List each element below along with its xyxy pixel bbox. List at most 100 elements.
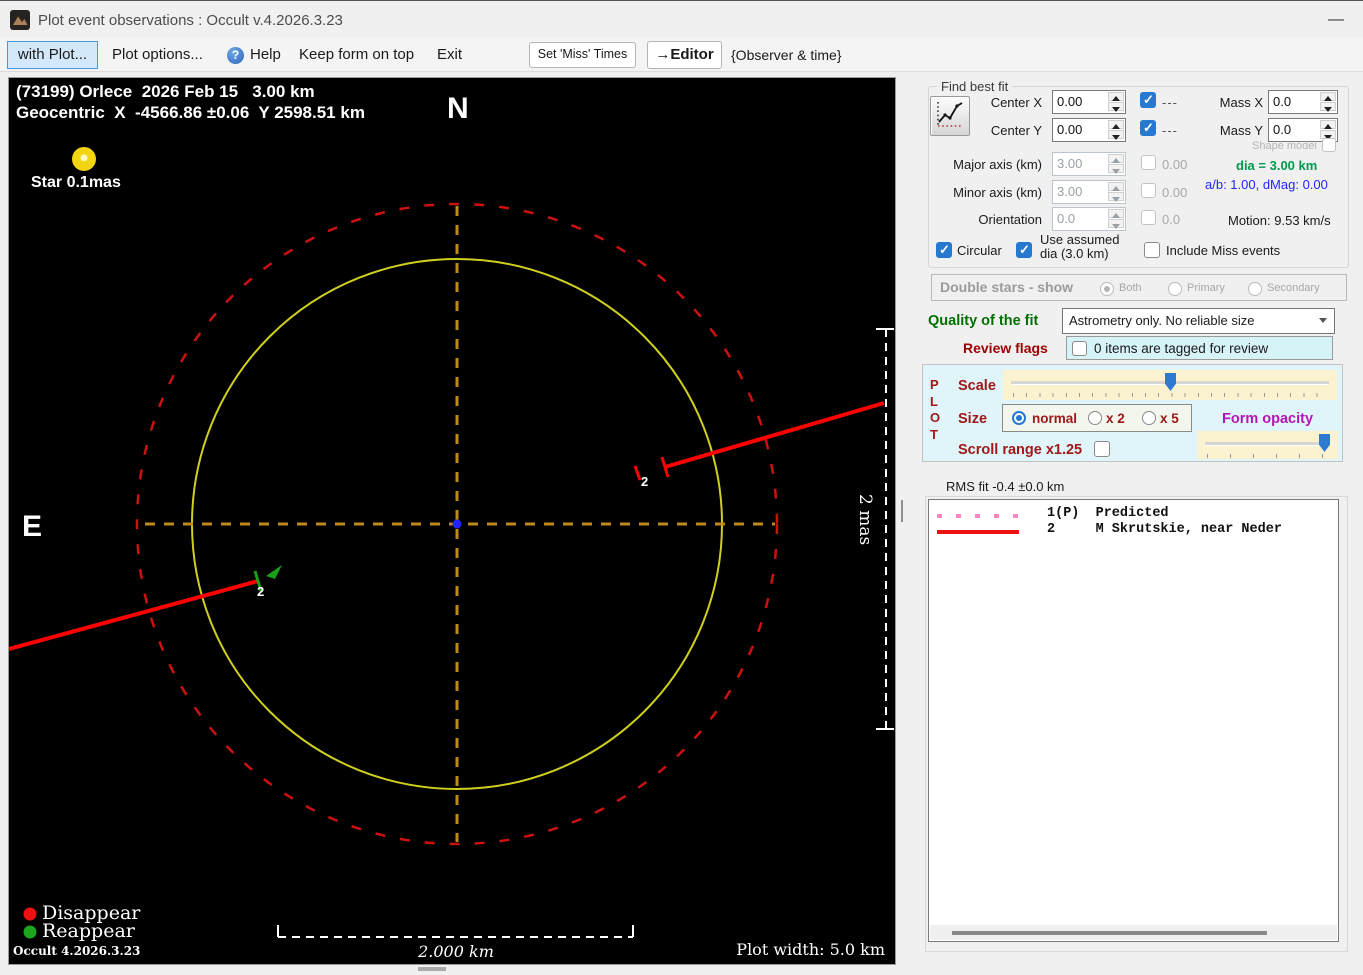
center-x-arrows[interactable] [1108, 92, 1124, 112]
listbox-scrollbar-thumb[interactable] [952, 931, 1267, 935]
orientation-label: Orientation [978, 212, 1042, 227]
center-y-arrows[interactable] [1108, 120, 1124, 140]
reappear-arrow [266, 565, 282, 579]
minimize-button[interactable]: — [1316, 7, 1356, 33]
spinner-down-icon[interactable] [1108, 219, 1124, 229]
spinner-down-icon[interactable] [1108, 130, 1124, 140]
double-stars-both-radio[interactable] [1100, 282, 1114, 296]
use-assumed-dia-label: Use assumed dia (3.0 km) [1040, 232, 1120, 261]
major-axis-label: Major axis (km) [953, 157, 1042, 172]
size-normal-radio[interactable] [1012, 411, 1026, 425]
menu-toolbar: with Plot... Plot options... Help Keep f… [0, 38, 1363, 72]
menu-exit[interactable]: Exit [437, 46, 462, 63]
size-x5-radio[interactable] [1142, 411, 1156, 425]
observation-row[interactable]: 1(P) Predicted [1047, 506, 1169, 521]
vertical-scale-label: 2 mas [855, 494, 875, 546]
observed-chord-sample [937, 530, 1019, 534]
major-axis-arrows[interactable] [1108, 154, 1124, 174]
spinner-down-icon[interactable] [1320, 102, 1336, 112]
center-x-value: 0.00 [1057, 94, 1083, 109]
center-x-label: Center X [990, 95, 1042, 110]
legend-reappear-label: Reappear [42, 920, 135, 942]
center-x-spinner[interactable]: 0.00 [1052, 90, 1126, 114]
spinner-down-icon[interactable] [1108, 102, 1124, 112]
circular-checkbox[interactable] [936, 242, 952, 258]
include-miss-events-label: Include Miss events [1166, 243, 1281, 258]
size-x5-label: x 5 [1160, 411, 1179, 426]
orientation-tag: 0.0 [1162, 212, 1181, 227]
north-label: N [447, 92, 469, 125]
slider-ticks [1013, 393, 1327, 397]
form-opacity-slider[interactable] [1197, 431, 1338, 459]
form-opacity-slider-thumb[interactable] [1319, 434, 1330, 452]
window-title: Plot event observations : Occult v.4.202… [38, 12, 343, 29]
plot-horizontal-scrollbar[interactable] [418, 967, 446, 971]
occultation-plot-canvas[interactable]: (73199) Orlece 2026 Feb 15 3.00 km Geoce… [8, 77, 896, 965]
spinner-up-icon[interactable] [1108, 120, 1124, 129]
scale-slider[interactable] [1003, 370, 1337, 400]
spinner-up-icon[interactable] [1108, 92, 1124, 101]
double-stars-secondary-radio[interactable] [1248, 282, 1262, 296]
observations-listbox[interactable]: 1(P) Predicted 2 M Skrutskie, near Neder [928, 499, 1339, 942]
spinner-up-icon[interactable] [1320, 120, 1336, 129]
chord-2-disappear-number: 2 [641, 474, 649, 489]
scale-slider-thumb[interactable] [1165, 373, 1176, 391]
quality-dropdown[interactable]: Astrometry only. No reliable size [1062, 308, 1335, 334]
spinner-up-icon[interactable] [1108, 209, 1124, 218]
menu-keep-form-on-top[interactable]: Keep form on top [299, 46, 414, 63]
slider-track [1205, 442, 1330, 446]
shape-model-checkbox[interactable] [1322, 138, 1336, 152]
center-dot [452, 519, 462, 529]
editor-button[interactable]: →Editor [647, 41, 722, 69]
center-x-tag: --- [1162, 95, 1178, 110]
with-plot-button[interactable]: with Plot... [7, 41, 98, 69]
mass-x-spinner[interactable]: 0.0 [1268, 90, 1338, 114]
disappear-uncertainty-tick [633, 465, 642, 481]
minor-axis-spinner[interactable]: 3.00 [1052, 180, 1126, 204]
minor-axis-label: Minor axis (km) [953, 185, 1042, 200]
orientation-spinner[interactable]: 0.0 [1052, 207, 1126, 231]
menu-plot-options[interactable]: Plot options... [112, 46, 203, 63]
spinner-up-icon[interactable] [1108, 154, 1124, 163]
spinner-up-icon[interactable] [1108, 182, 1124, 191]
review-flags-checkbox[interactable] [1072, 341, 1087, 356]
mass-x-arrows[interactable] [1320, 92, 1336, 112]
observation-row[interactable]: 2 M Skrutskie, near Neder [1047, 522, 1282, 537]
star-size-marker [72, 147, 96, 171]
spinner-up-icon[interactable] [1320, 92, 1336, 101]
major-axis-spinner[interactable]: 3.00 [1052, 152, 1126, 176]
orientation-fit-checkbox[interactable] [1141, 210, 1156, 225]
include-miss-events-checkbox[interactable] [1144, 242, 1160, 258]
chord-2-reappear-number: 2 [257, 584, 265, 599]
help-icon[interactable] [227, 47, 244, 64]
ab-dmag-readout: a/b: 1.00, dMag: 0.00 [1205, 177, 1328, 192]
double-stars-primary-radio[interactable] [1168, 282, 1182, 296]
plot-title-line2: Geocentric X -4566.86 ±0.06 Y 2598.51 km [16, 103, 365, 122]
size-x2-radio[interactable] [1088, 411, 1102, 425]
set-miss-times-button[interactable]: Set 'Miss' Times [529, 42, 636, 68]
center-y-label: Center Y [990, 123, 1042, 138]
use-assumed-dia-checkbox[interactable] [1016, 242, 1032, 258]
mass-y-arrows[interactable] [1320, 120, 1336, 140]
center-x-fit-checkbox[interactable] [1140, 92, 1156, 108]
panel-splitter-handle[interactable] [901, 500, 903, 522]
mass-y-value: 0.0 [1273, 122, 1292, 137]
find-best-fit-label: Find best fit [937, 79, 1013, 94]
motion-readout: Motion: 9.53 km/s [1228, 213, 1331, 228]
major-axis-fit-checkbox[interactable] [1141, 155, 1156, 170]
predicted-line-sample [937, 514, 1019, 518]
scroll-range-checkbox[interactable] [1094, 441, 1110, 457]
double-stars-primary-label: Primary [1187, 282, 1225, 294]
shape-model-label: Shape model [1252, 140, 1317, 152]
orientation-arrows[interactable] [1108, 209, 1124, 229]
center-y-fit-checkbox[interactable] [1140, 120, 1156, 136]
center-y-spinner[interactable]: 0.00 [1052, 118, 1126, 142]
minor-axis-value: 3.00 [1057, 184, 1083, 199]
menu-help[interactable]: Help [250, 46, 281, 63]
spinner-down-icon[interactable] [1108, 164, 1124, 174]
listbox-horizontal-scrollbar[interactable] [930, 925, 1337, 940]
minor-axis-fit-checkbox[interactable] [1141, 183, 1156, 198]
size-label: Size [958, 411, 988, 427]
minor-axis-arrows[interactable] [1108, 182, 1124, 202]
spinner-down-icon[interactable] [1108, 192, 1124, 202]
